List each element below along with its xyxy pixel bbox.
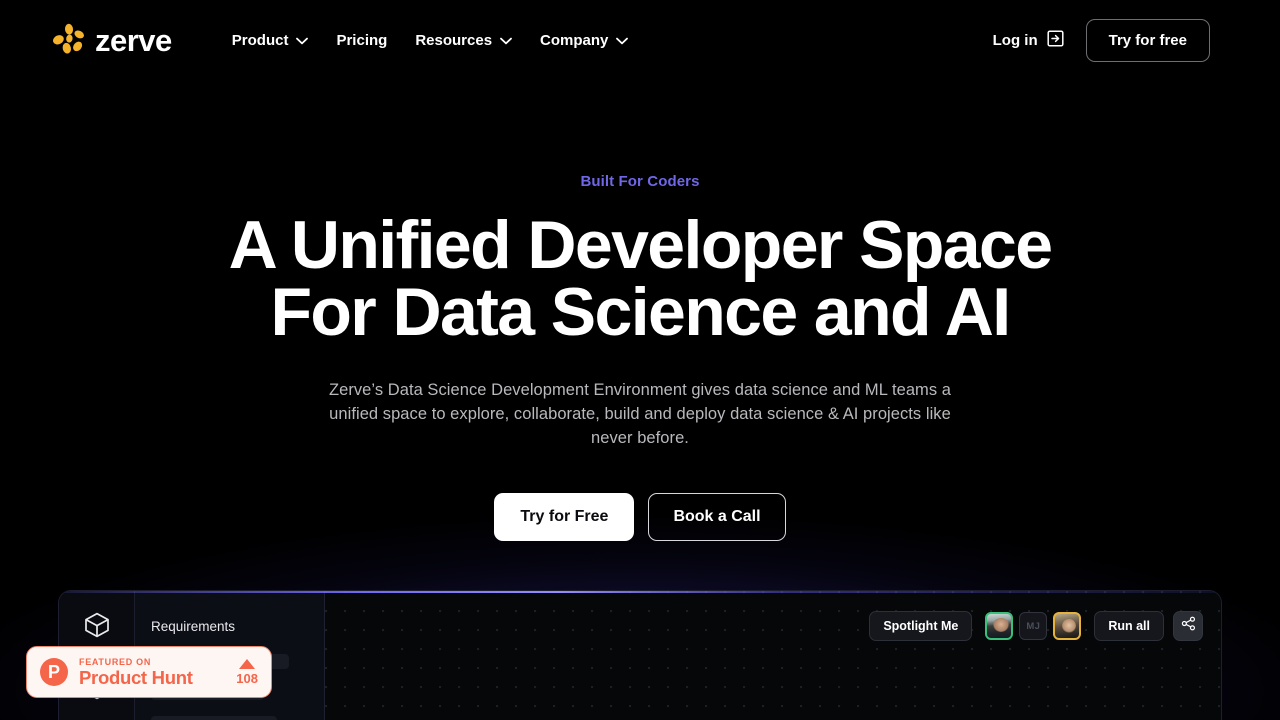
preview-toolbar: Spotlight Me MJ Run all (869, 611, 1203, 641)
navbar: zerve Product Pricing Resources Company … (0, 0, 1280, 80)
product-hunt-name: Product Hunt (79, 666, 193, 688)
zerve-flower-logo-icon (52, 23, 86, 57)
hero-section: Built For Coders A Unified Developer Spa… (0, 80, 1280, 541)
headline-line-1: A Unified Developer Space (228, 207, 1053, 283)
product-hunt-badge[interactable]: P FEATURED ON Product Hunt 108 (26, 646, 272, 698)
share-icon (1181, 616, 1196, 636)
login-link[interactable]: Log in (992, 29, 1064, 51)
logo-text: zerve (95, 22, 172, 58)
hero-eyebrow: Built For Coders (580, 173, 700, 190)
share-button[interactable] (1173, 611, 1203, 641)
hero-subtitle: Zerve’s Data Science Development Environ… (328, 381, 952, 447)
run-all-button[interactable]: Run all (1094, 611, 1164, 641)
upvote-count: 108 (236, 670, 258, 686)
nav-item-product[interactable]: Product (218, 24, 323, 57)
nav-item-label: Resources (415, 31, 493, 49)
logo[interactable]: zerve (52, 23, 172, 57)
headline-line-2: For Data Science and AI (270, 274, 1011, 350)
avatar-initials-mj[interactable]: MJ (1019, 612, 1048, 640)
nav-item-pricing[interactable]: Pricing (322, 24, 401, 57)
try-for-free-button-nav[interactable]: Try for free (1085, 18, 1210, 62)
chevron-down-icon (616, 32, 629, 49)
collaborator-avatars: MJ (985, 612, 1082, 640)
preview-canvas[interactable]: Spotlight Me MJ Run all (325, 591, 1221, 720)
nav-item-company[interactable]: Company (526, 24, 642, 57)
login-label: Log in (992, 31, 1038, 49)
nav-item-label: Pricing (336, 31, 388, 49)
spotlight-me-button[interactable]: Spotlight Me (869, 611, 973, 641)
nav-item-label: Product (231, 31, 289, 49)
upvote-triangle-icon (239, 658, 256, 669)
product-hunt-logo-icon: P (40, 658, 68, 686)
nav-item-label: Company (540, 31, 609, 49)
preview-top-glow (59, 591, 1221, 593)
nav-item-resources[interactable]: Resources (401, 24, 526, 57)
chevron-down-icon (500, 32, 512, 49)
try-for-free-button[interactable]: Try for Free (494, 493, 635, 541)
avatar-photo-1[interactable] (985, 612, 1014, 640)
chevron-down-icon (296, 32, 309, 49)
login-arrow-icon (1047, 29, 1064, 51)
cube-icon[interactable] (83, 611, 111, 644)
hero-cta-row: Try for Free Book a Call (0, 493, 1280, 541)
panel-placeholder-row (151, 716, 277, 720)
book-a-call-button[interactable]: Book a Call (648, 493, 786, 541)
nav-links: Product Pricing Resources Company (218, 24, 643, 57)
page-root: zerve Product Pricing Resources Company … (0, 0, 1280, 720)
product-hunt-upvotes[interactable]: 108 (236, 658, 258, 686)
nav-right-actions: Log in Try for free (992, 18, 1210, 62)
panel-title: Requirements (151, 619, 236, 634)
page-title: A Unified Developer Space For Data Scien… (0, 211, 1280, 350)
featured-on-label: FEATURED ON (79, 656, 152, 667)
product-hunt-text: FEATURED ON Product Hunt (79, 657, 193, 688)
avatar-photo-2[interactable] (1053, 612, 1082, 640)
